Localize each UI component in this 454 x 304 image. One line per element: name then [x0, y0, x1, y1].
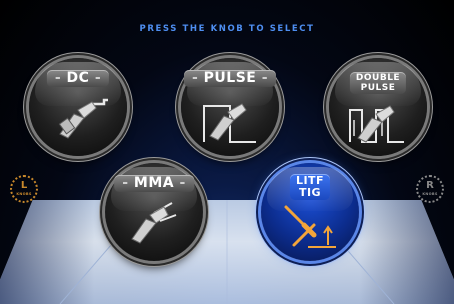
electrode-holder-icon [131, 202, 177, 244]
knob-brand: KNOBS [16, 192, 32, 196]
floor-lines [59, 200, 395, 304]
knob-letter: R [426, 180, 434, 191]
mode-knob-pulse[interactable]: - PULSE - [181, 58, 279, 156]
mode-knob-lift-tig[interactable]: LITF TIG [261, 163, 359, 261]
knob-brand: KNOBS [422, 192, 438, 196]
mode-knob-dc[interactable]: - DC - [29, 58, 127, 156]
knob-letter: L [20, 180, 28, 191]
right-knob-indicator: R KNOBS [416, 175, 444, 203]
mode-select-screen: PRESS THE KNOB TO SELECT - DC - - PULSE … [0, 0, 454, 304]
page-title: PRESS THE KNOB TO SELECT [139, 24, 315, 34]
mode-label: - PULSE - [183, 70, 277, 87]
tig-lift-icon [284, 205, 336, 248]
torch-double-pulse-icon [349, 105, 404, 143]
mode-label: LITF TIG [289, 174, 331, 200]
mode-label: - MMA - [114, 175, 194, 192]
torch-icon [58, 98, 108, 139]
mode-knob-mma[interactable]: - MMA - [105, 163, 203, 261]
mode-label: - DC - [46, 70, 110, 87]
mode-label: DOUBLE PULSE [349, 72, 407, 94]
torch-pulse-icon [203, 103, 256, 143]
left-knob-indicator: L KNOBS [10, 175, 38, 203]
mode-knob-double-pulse[interactable]: DOUBLE PULSE [329, 58, 427, 156]
